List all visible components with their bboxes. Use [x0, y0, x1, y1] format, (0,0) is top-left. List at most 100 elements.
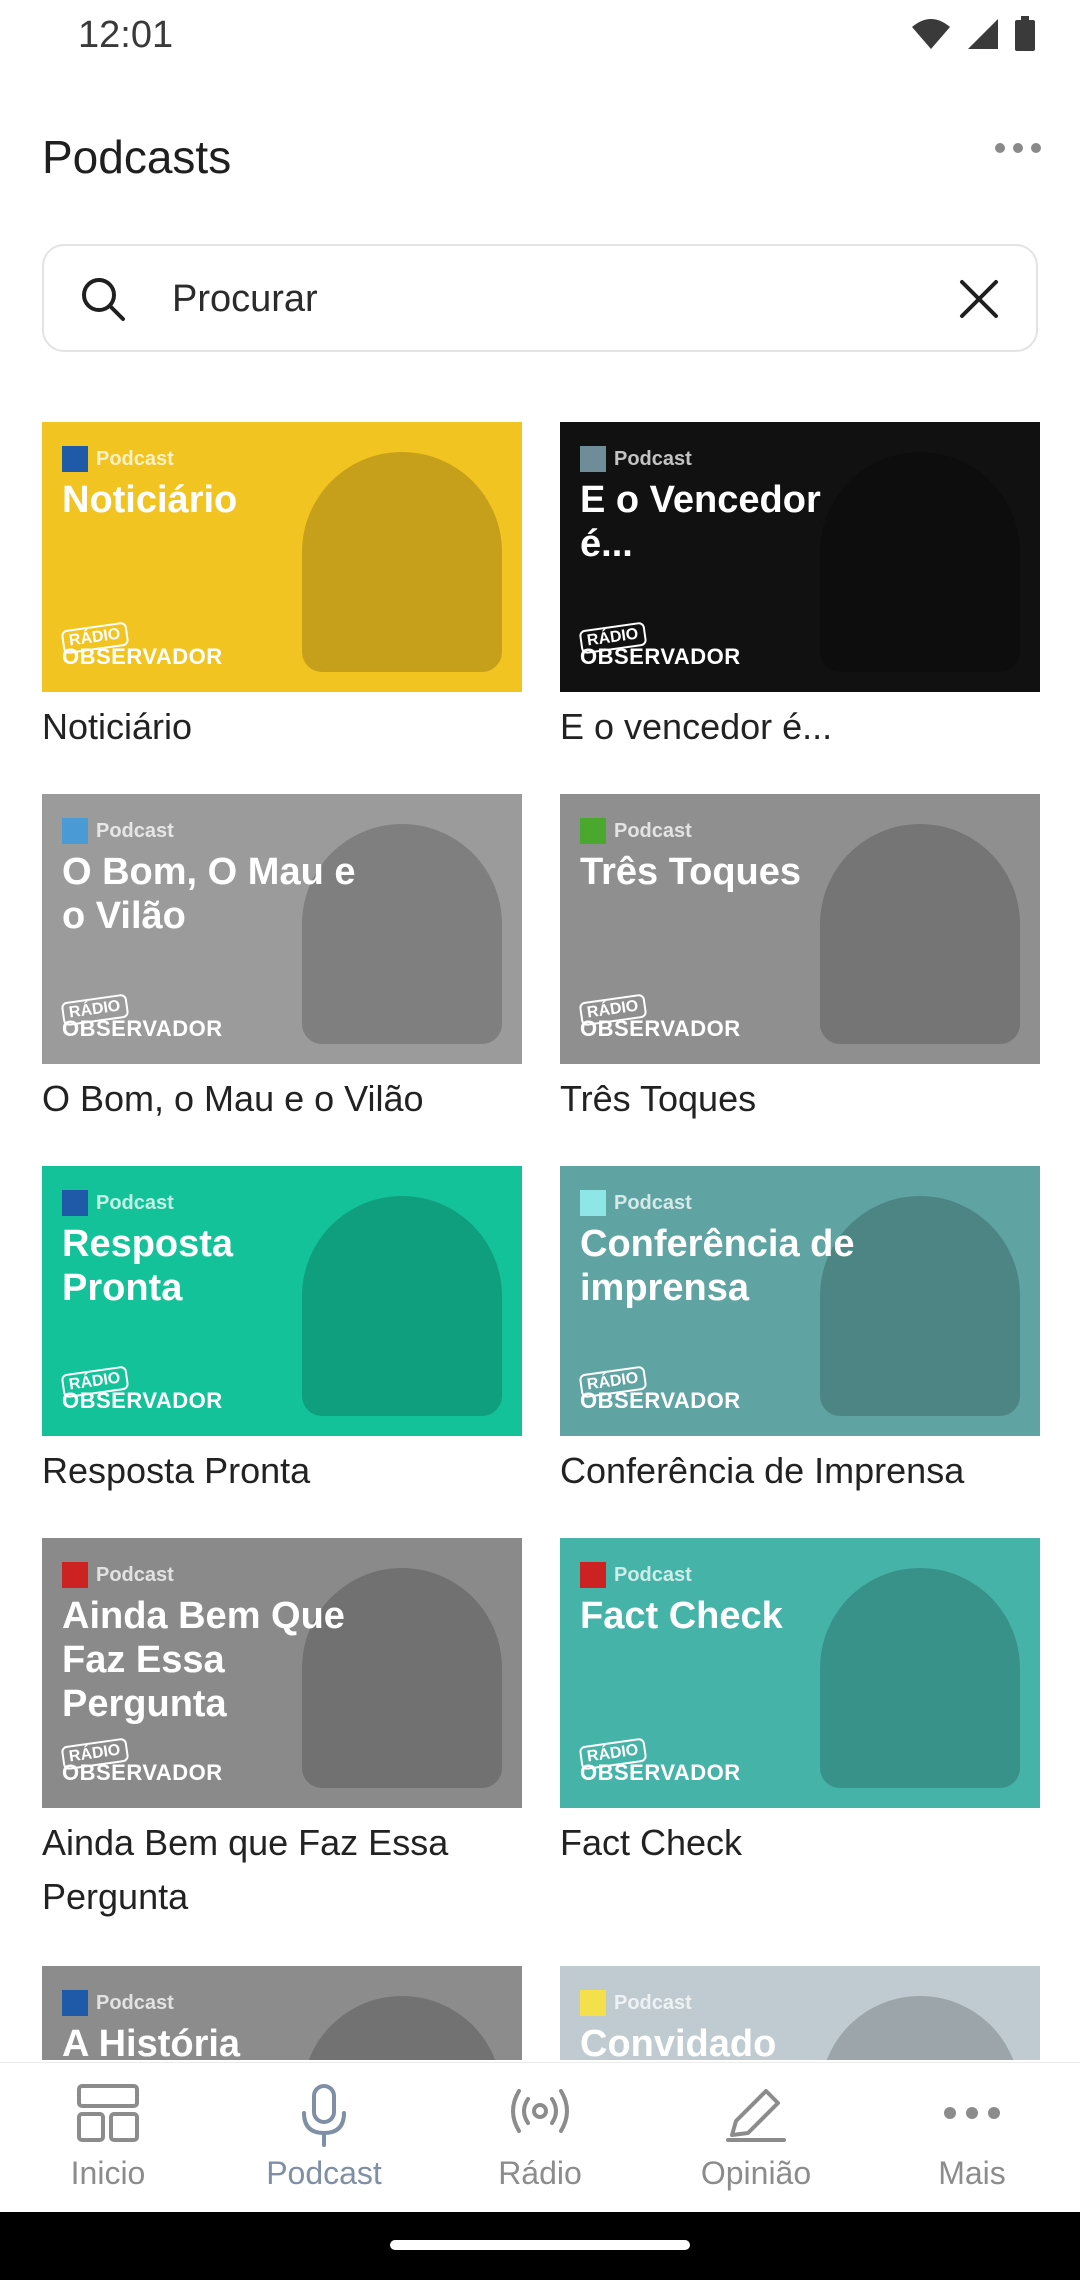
podcast-card[interactable]: Podcast Noticiário RÁDIO OBSERVADOR Noticiár… — [42, 422, 522, 754]
dashboard-icon — [77, 2084, 139, 2142]
broadcast-icon — [511, 2089, 569, 2133]
close-icon[interactable] — [958, 278, 1000, 320]
podcast-cover[interactable]: Podcast Resposta Pronta RÁDIO OBSERVADOR — [42, 1166, 522, 1436]
tag-label: Podcast — [96, 819, 174, 842]
radio-observador-logo: RÁDIO OBSERVADOR — [60, 993, 223, 1042]
tag-label: Podcast — [96, 447, 174, 470]
podcast-tag: Podcast — [580, 1190, 692, 1216]
microphone-icon — [302, 2084, 346, 2147]
cover-title: Resposta Pronta — [62, 1223, 234, 1309]
tag-square — [62, 818, 88, 844]
pen-icon — [726, 2089, 786, 2142]
more-dot — [995, 143, 1005, 153]
tag-square — [580, 1562, 606, 1588]
podcast-cover[interactable]: Podcast Conferência de imprensa RÁDIO OBSER… — [560, 1166, 1040, 1436]
podcast-card[interactable]: PodcastA HistóriaRÁDIOOBSERVADOR — [42, 1966, 522, 2060]
search-box — [42, 244, 1038, 352]
radio-observador-logo: RÁDIO OBSERVADOR — [578, 621, 741, 670]
cover-title: Ainda Bem Que Faz Essa Pergunta — [62, 1595, 345, 1725]
podcast-tag: Podcast — [62, 1990, 174, 2016]
podcast-cover[interactable]: Podcast Noticiário RÁDIO OBSERVADOR — [42, 422, 522, 692]
nav-item-opiniao[interactable]: Opinião — [648, 2063, 864, 2213]
nav-label: Podcast — [266, 2155, 382, 2191]
podcast-cover[interactable]: Podcast O Bom, O Mau e o Vilão RÁDIO OBSERV… — [42, 794, 522, 1064]
tag-square — [62, 446, 88, 472]
podcast-card[interactable]: Podcast Três Toques RÁDIO OBSERVADOR Três To… — [560, 794, 1040, 1126]
home-gesture-handle[interactable] — [390, 2240, 690, 2250]
podcast-title[interactable]: Noticiário — [42, 700, 522, 754]
podcast-card[interactable]: Podcast Fact Check RÁDIO OBSERVADOR Fact Che… — [560, 1538, 1040, 1870]
podcast-card[interactable]: Podcast E o Vencedor é... RÁDIO OBSERVADOR E… — [560, 422, 1040, 754]
podcast-title[interactable]: Três Toques — [560, 1072, 1040, 1126]
tag-label: Podcast — [614, 1563, 692, 1586]
tag-square — [580, 1190, 606, 1216]
tag-square — [62, 1190, 88, 1216]
gesture-navigation-bar — [0, 2212, 1080, 2280]
cover-title: Fact Check — [580, 1595, 783, 1637]
tag-square — [580, 446, 606, 472]
podcast-title[interactable]: E o vencedor é... — [560, 700, 1040, 754]
tag-label: Podcast — [614, 1991, 692, 2014]
podcast-tag: Podcast — [62, 1190, 174, 1216]
nav-item-podcast[interactable]: Podcast — [216, 2063, 432, 2213]
more-dot — [1031, 143, 1041, 153]
cover-title: Noticiário — [62, 479, 238, 521]
tag-square — [580, 818, 606, 844]
radio-observador-logo: RÁDIO OBSERVADOR — [578, 1737, 741, 1786]
podcast-tag: Podcast — [580, 1562, 692, 1588]
nav-item-inicio[interactable]: Inicio — [0, 2063, 216, 2213]
podcast-card[interactable]: Podcast Resposta Pronta RÁDIO OBSERVADOR Res… — [42, 1166, 522, 1498]
nav-label: Opinião — [700, 2155, 812, 2191]
podcast-card[interactable]: Podcast Conferência de imprensa RÁDIO OBSER… — [560, 1166, 1040, 1498]
podcast-tag: Podcast — [62, 818, 174, 844]
podcast-cover[interactable]: Podcast Três Toques RÁDIO OBSERVADOR — [560, 794, 1040, 1064]
cover-title: A História — [62, 2023, 241, 2060]
podcast-tag: Podcast — [62, 446, 174, 472]
tag-square — [62, 1990, 88, 2016]
cover-title: Conferência de imprensa — [580, 1223, 855, 1309]
nav-label: Mais — [938, 2155, 1006, 2191]
page-title: Podcasts — [42, 131, 232, 183]
more-dot — [1013, 143, 1023, 153]
cover-title: Três Toques — [580, 851, 802, 893]
search-icon[interactable] — [78, 274, 128, 324]
podcast-card[interactable]: Podcast O Bom, O Mau e o Vilão RÁDIO OBSERV… — [42, 794, 522, 1126]
tag-label: Podcast — [614, 1191, 692, 1214]
podcast-cover[interactable]: Podcast Ainda Bem Que Faz Essa Pergunta RÁ… — [42, 1538, 522, 1808]
podcast-title[interactable]: O Bom, o Mau e o Vilão — [42, 1072, 522, 1126]
more-horizontal-icon — [944, 2107, 1000, 2119]
podcast-title[interactable]: Conferência de Imprensa — [560, 1444, 1040, 1498]
nav-item-radio[interactable]: Rádio — [432, 2063, 648, 2213]
nav-label: Inicio — [70, 2155, 146, 2191]
tag-label: Podcast — [614, 447, 692, 470]
tag-label: Podcast — [96, 1563, 174, 1586]
radio-observador-logo: RÁDIO OBSERVADOR — [578, 993, 741, 1042]
tag-square — [580, 1990, 606, 2016]
podcast-cover[interactable]: Podcast Fact Check RÁDIO OBSERVADOR — [560, 1538, 1040, 1808]
radio-observador-logo: RÁDIO OBSERVADOR — [578, 1365, 741, 1414]
cover-title: Convidado — [580, 2023, 777, 2060]
podcast-title[interactable]: Fact Check — [560, 1816, 1040, 1870]
tag-label: Podcast — [96, 1191, 174, 1214]
podcast-cover[interactable]: Podcast E o Vencedor é... RÁDIO OBSERVADOR — [560, 422, 1040, 692]
tag-label: Podcast — [614, 819, 692, 842]
podcast-title[interactable]: Resposta Pronta — [42, 1444, 522, 1498]
podcast-title[interactable]: Ainda Bem que Faz Essa Pergunta — [42, 1816, 522, 1924]
tag-label: Podcast — [96, 1991, 174, 2014]
podcast-tag: Podcast — [580, 1990, 692, 2016]
radio-observador-logo: RÁDIO OBSERVADOR — [60, 621, 223, 670]
more-options-button[interactable] — [986, 128, 1050, 168]
nav-item-mais[interactable]: Mais — [864, 2063, 1080, 2213]
podcast-cover[interactable]: PodcastConvidadoRÁDIOOBSERVADOR — [560, 1966, 1040, 2060]
cover-title: E o Vencedor é... — [580, 479, 821, 565]
bottom-nav: Inicio Podcast Rádio Opinião Mais — [0, 2062, 1080, 2212]
radio-observador-logo: RÁDIO OBSERVADOR — [60, 1365, 223, 1414]
podcast-tag: Podcast — [580, 818, 692, 844]
search-input[interactable] — [172, 268, 932, 330]
cover-title: O Bom, O Mau e o Vilão — [62, 851, 356, 937]
podcast-tag: Podcast — [62, 1562, 174, 1588]
podcast-card[interactable]: PodcastConvidadoRÁDIOOBSERVADOR — [560, 1966, 1040, 2060]
podcast-cover[interactable]: PodcastA HistóriaRÁDIOOBSERVADOR — [42, 1966, 522, 2060]
podcast-card[interactable]: Podcast Ainda Bem Que Faz Essa Pergunta RÁ… — [42, 1538, 522, 1924]
radio-observador-logo: RÁDIO OBSERVADOR — [60, 1737, 223, 1786]
